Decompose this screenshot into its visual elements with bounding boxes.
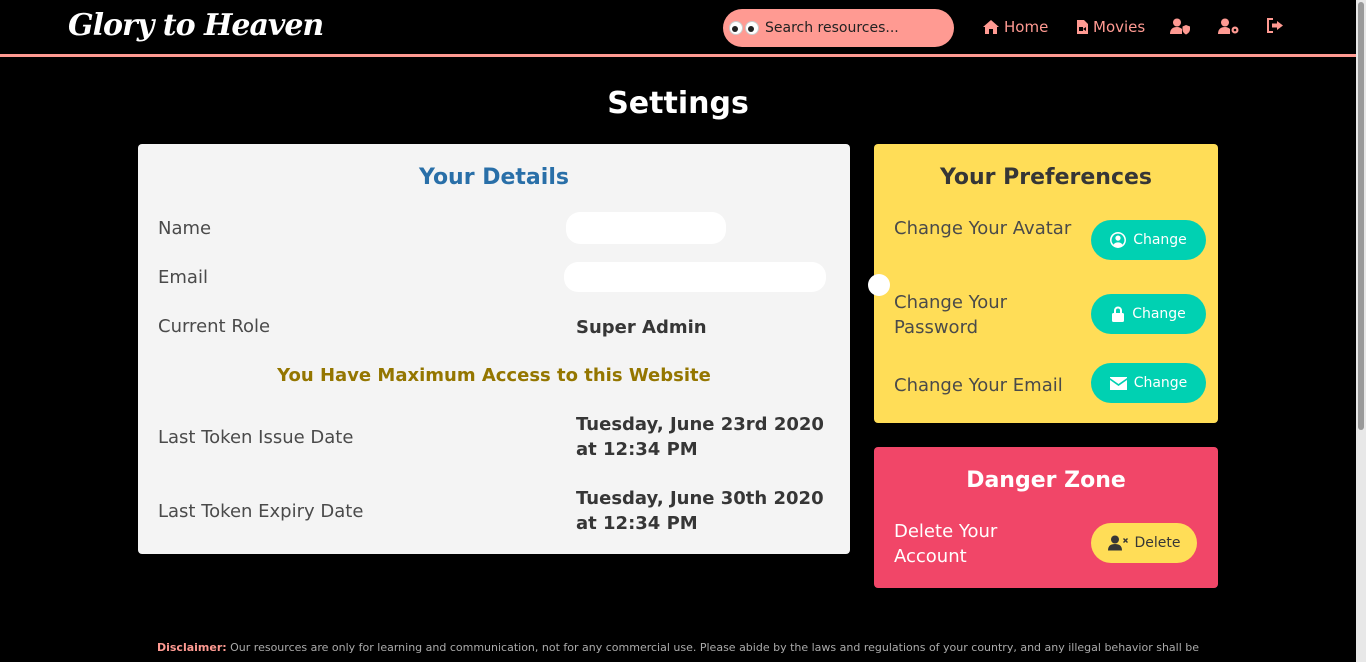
change-password-button[interactable]: Change — [1091, 294, 1206, 334]
change-password-button-label: Change — [1132, 306, 1186, 322]
change-avatar-button-label: Change — [1133, 232, 1187, 248]
page-title: Settings — [607, 86, 749, 121]
nav-movies-label: Movies — [1093, 18, 1146, 36]
footer-disclaimer: Disclaimer: Our resources are only for l… — [0, 641, 1356, 654]
envelope-icon — [1109, 376, 1127, 390]
disclaimer-heading: Disclaimer: — [156, 641, 227, 654]
change-avatar-button[interactable]: Change — [1091, 220, 1206, 260]
lock-icon — [1112, 306, 1125, 322]
change-email-button-label: Change — [1133, 375, 1188, 391]
nav-home-link[interactable]: Home — [982, 18, 1048, 36]
user-circle-icon — [1110, 232, 1127, 248]
scrollbar-thumb[interactable] — [1358, 2, 1364, 430]
eyes-icon — [729, 21, 759, 35]
issue-date-value: Tuesday, June 23rd 2020 at 12:34 PM — [576, 414, 824, 460]
expiry-date-label: Last Token Expiry Date — [158, 501, 364, 522]
issue-date-label: Last Token Issue Date — [158, 427, 354, 448]
change-password-label: Change Your Password — [894, 292, 1008, 338]
name-redacted — [566, 212, 726, 244]
preferences-title: Your Preferences — [939, 165, 1153, 190]
danger-zone-card: Danger Zone Delete Your Account Delete — [874, 447, 1218, 588]
change-avatar-label: Change Your Avatar — [894, 218, 1072, 239]
nav-home-label: Home — [1004, 18, 1049, 36]
disclaimer-text: Our resources are only for learning and … — [226, 641, 1200, 654]
danger-zone-title: Danger Zone — [966, 468, 1126, 493]
delete-account-button-label: Delete — [1134, 535, 1181, 551]
navbar: Glory to Heaven Home Movies — [0, 0, 1356, 57]
role-label: Current Role — [158, 316, 271, 337]
expiry-date-value: Tuesday, June 30th 2020 at 12:34 PM — [576, 488, 824, 534]
search-box[interactable] — [723, 9, 954, 47]
email-redacted — [564, 262, 826, 292]
name-label: Name — [158, 218, 212, 239]
search-input[interactable] — [765, 20, 935, 36]
sign-out-icon[interactable] — [1267, 18, 1284, 37]
file-video-icon — [1077, 20, 1088, 34]
email-label: Email — [158, 267, 208, 288]
change-email-button[interactable]: Change — [1091, 363, 1206, 403]
brand-logo[interactable]: Glory to Heaven — [68, 8, 324, 43]
role-value: Super Admin — [576, 317, 707, 338]
user-shield-icon[interactable] — [1170, 18, 1191, 39]
delete-account-label: Delete Your Account — [894, 521, 998, 567]
access-note: You Have Maximum Access to this Website — [277, 365, 711, 386]
nav-movies-link[interactable]: Movies — [1076, 18, 1145, 36]
preferences-card: Your Preferences Change Your Avatar Chan… — [874, 144, 1218, 423]
home-icon — [983, 20, 999, 34]
change-email-label: Change Your Email — [894, 375, 1063, 396]
user-times-icon — [1107, 535, 1128, 551]
cursor-indicator — [868, 274, 890, 296]
details-card: Your Details Name Email Current Role Sup… — [138, 144, 850, 554]
scrollbar[interactable] — [1356, 0, 1366, 662]
delete-account-button[interactable]: Delete — [1091, 523, 1197, 563]
user-cog-icon[interactable] — [1218, 18, 1240, 39]
details-title: Your Details — [419, 165, 569, 190]
